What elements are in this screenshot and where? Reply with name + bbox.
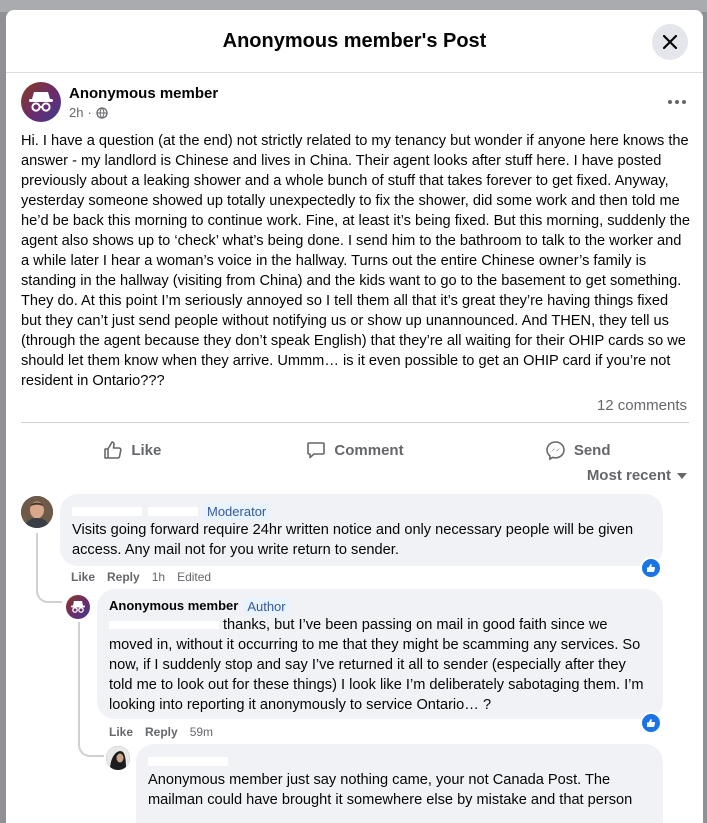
comment-meta: Like Reply 1h Edited [71,570,211,584]
like-reaction-icon [647,719,656,727]
send-button[interactable]: Send [466,430,689,470]
send-label: Send [573,441,611,459]
close-button[interactable] [652,24,688,60]
commenter-avatar[interactable] [106,746,130,770]
comment-time[interactable]: 59m [190,725,213,739]
like-reaction-icon [647,564,656,572]
comment-bubble: Anonymous member just say nothing came, … [136,744,663,823]
caret-down-icon [677,472,687,479]
close-icon [663,35,677,49]
divider [21,422,689,423]
anonymous-icon [71,601,85,613]
like-reaction[interactable] [640,712,662,734]
author-badge: Author [244,597,289,615]
anonymous-icon [29,92,53,112]
comment-like-link[interactable]: Like [71,570,95,584]
modal-title: Anonymous member's Post [222,29,487,52]
comment-meta: Like Reply 59m [109,725,213,739]
comment-bubble: Anonymous member Author thanks, but I’ve… [97,589,663,719]
thumbs-up-icon [104,441,122,459]
comment-text: thanks, but I’ve been passing on mail in… [109,617,644,713]
like-label: Like [131,441,162,459]
comment-edited: Edited [177,570,212,584]
comment-label: Comment [334,441,404,459]
redacted-mention [109,621,219,630]
post-header: Anonymous member 2h · [21,82,691,126]
commenter-avatar[interactable] [21,496,53,528]
comment-icon [307,442,326,459]
messenger-icon [546,440,565,460]
modal-header: Anonymous member's Post [6,10,703,73]
like-reaction[interactable] [640,557,662,579]
comment-text: Visits going forward require 24hr writte… [72,522,634,558]
sort-label: Most recent [586,467,671,484]
comment-author[interactable]: Anonymous member Author [109,597,651,615]
like-button[interactable]: Like [21,430,244,470]
comment-time[interactable]: 1h [152,570,165,584]
comment-author[interactable] [148,752,651,770]
globe-icon [96,106,108,119]
post-author-name[interactable]: Anonymous member [69,85,218,102]
comment-text: Anonymous member just say nothing came, … [148,772,633,808]
commenter-avatar[interactable] [66,595,90,619]
comments-count[interactable]: 12 comments [597,397,687,414]
comment-like-link[interactable]: Like [109,725,133,739]
comment-bubble: Moderator Visits going forward require 2… [60,494,663,566]
comment-author-name: Anonymous member [109,598,239,613]
comment-reply-link[interactable]: Reply [107,570,140,584]
post-text: Hi. I have a question (at the end) not s… [21,133,690,389]
author-avatar[interactable] [21,82,61,122]
comment-author[interactable]: Moderator [72,502,651,520]
more-options-button[interactable] [665,92,689,112]
comment-button[interactable]: Comment [244,430,467,470]
post-modal: Anonymous member's Post Anonymous member… [6,10,703,823]
comment-sort-dropdown[interactable]: Most recent [587,467,687,484]
post-time[interactable]: 2h [69,105,83,120]
comment-reply-link[interactable]: Reply [145,725,178,739]
post-meta: 2h · [69,105,108,120]
moderator-badge: Moderator [204,502,270,520]
post-actions: Like Comment Send [21,430,689,470]
profile-photo [21,496,53,528]
more-options-icon [668,100,686,104]
thread-line [36,533,62,603]
profile-photo [106,746,130,770]
